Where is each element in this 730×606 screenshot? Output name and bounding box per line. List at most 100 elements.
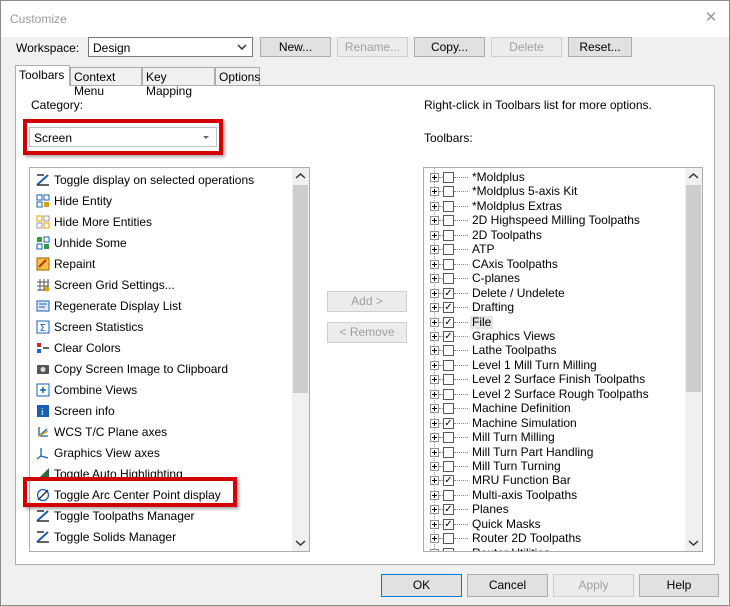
scroll-down-icon[interactable] — [292, 534, 309, 551]
close-icon[interactable]: ✕ — [703, 10, 719, 26]
tree-connector — [454, 451, 468, 453]
toolbar-name: Quick Masks — [472, 516, 541, 531]
expand-icon[interactable] — [430, 447, 439, 457]
toolbar-checkbox[interactable] — [443, 489, 454, 501]
tree-connector — [454, 538, 468, 540]
expand-icon[interactable] — [430, 360, 439, 370]
toolbar-checkbox[interactable]: ✓ — [443, 316, 454, 328]
toolbar-checkbox[interactable] — [443, 432, 454, 444]
expand-icon[interactable] — [430, 216, 439, 226]
tree-connector — [454, 177, 468, 178]
expand-icon[interactable] — [430, 201, 439, 211]
scroll-up-icon[interactable] — [292, 168, 309, 185]
copy-button[interactable]: Copy... — [414, 37, 485, 57]
expand-icon[interactable] — [430, 230, 439, 240]
toolbar-checkbox[interactable] — [443, 229, 454, 241]
scroll-thumb[interactable] — [686, 185, 701, 392]
tree-connector — [454, 220, 468, 222]
toolbar-checkbox[interactable] — [443, 359, 454, 371]
tab-toolbars[interactable]: Toolbars — [15, 65, 70, 86]
toolbar-checkbox[interactable] — [443, 345, 454, 357]
expand-icon[interactable] — [430, 476, 439, 486]
expand-icon[interactable] — [430, 433, 439, 443]
list-item-label: Hide Entity — [54, 194, 113, 208]
toolbar-checkbox[interactable]: ✓ — [443, 330, 454, 342]
expand-icon[interactable] — [430, 346, 439, 356]
expand-icon[interactable] — [430, 505, 439, 515]
toolbar-name: Mill Turn Turning — [472, 459, 561, 473]
toolbar-checkbox[interactable] — [443, 215, 454, 227]
tree-connector — [454, 393, 468, 395]
tab-context-menu[interactable]: Context Menu — [70, 67, 142, 98]
toolbar-checkbox[interactable] — [443, 186, 454, 198]
expand-icon[interactable] — [430, 245, 439, 255]
toolbar-name: Level 2 Surface Finish Toolpaths — [472, 372, 646, 387]
toolbars-scrollbar[interactable] — [685, 168, 702, 551]
toolbar-checkbox[interactable] — [443, 533, 454, 545]
expand-icon[interactable] — [430, 462, 439, 471]
toolbar-name: *Moldplus — [472, 170, 525, 184]
help-button[interactable]: Help — [639, 574, 719, 597]
scroll-up-icon[interactable] — [685, 168, 702, 185]
expand-icon[interactable] — [430, 519, 439, 529]
cancel-button[interactable]: Cancel — [467, 574, 548, 597]
list-item-label: Toggle Solids Manager — [54, 530, 177, 544]
toolbar-checkbox[interactable] — [443, 200, 454, 212]
reset-button[interactable]: Reset... — [568, 37, 632, 57]
expand-icon[interactable] — [430, 375, 439, 385]
toolbar-checkbox[interactable] — [443, 403, 454, 415]
expand-icon[interactable] — [430, 317, 439, 327]
expand-icon[interactable] — [430, 303, 439, 313]
expand-icon[interactable] — [430, 173, 439, 182]
expand-icon[interactable] — [430, 548, 439, 551]
toolbar-checkbox[interactable]: ✓ — [443, 302, 454, 314]
rename-button[interactable]: Rename... — [337, 37, 408, 57]
statistics-icon: Σ — [36, 320, 50, 334]
ok-button[interactable]: OK — [381, 574, 462, 597]
expand-icon[interactable] — [430, 490, 439, 500]
expand-icon[interactable] — [430, 331, 439, 341]
expand-icon[interactable] — [430, 389, 439, 399]
dialog-title: Customize — [10, 12, 67, 26]
toolbar-checkbox[interactable] — [443, 244, 454, 256]
expand-icon[interactable] — [430, 187, 439, 197]
toolbar-checkbox[interactable]: ✓ — [443, 504, 454, 516]
list-item-label: Toggle Toolpaths Manager — [54, 509, 195, 523]
toolbar-checkbox[interactable] — [443, 172, 454, 183]
toolbar-name: Machine Simulation — [472, 415, 577, 430]
apply-button[interactable]: Apply — [553, 574, 634, 597]
remove-button[interactable]: < Remove — [327, 322, 407, 343]
toolbar-checkbox[interactable]: ✓ — [443, 287, 454, 299]
expand-icon[interactable] — [430, 274, 439, 284]
toolbar-checkbox[interactable] — [443, 446, 454, 458]
expand-icon[interactable] — [430, 534, 439, 544]
toolbar-checkbox[interactable] — [443, 374, 454, 386]
delete-button[interactable]: Delete — [491, 37, 562, 57]
toolbars-tree[interactable]: *Moldplus *Moldplus 5-axis Kit *Moldplus E… — [423, 167, 703, 552]
workspace-select[interactable]: Design — [88, 37, 253, 57]
add-button[interactable]: Add > — [327, 291, 407, 312]
expand-icon[interactable] — [430, 259, 439, 269]
expand-icon[interactable] — [430, 288, 439, 298]
toolbar-checkbox[interactable] — [443, 388, 454, 400]
tab-options[interactable]: Options — [215, 67, 260, 85]
axes-icon — [38, 427, 49, 437]
scroll-down-icon[interactable] — [685, 534, 702, 551]
clear-colors-icon — [37, 343, 49, 353]
toolbar-checkbox[interactable] — [443, 273, 454, 285]
toolbar-checkbox[interactable]: ✓ — [443, 518, 454, 530]
toolbar-checkbox[interactable]: ✓ — [443, 475, 454, 487]
expand-icon[interactable] — [430, 418, 439, 428]
scroll-thumb[interactable] — [293, 185, 308, 393]
expand-icon[interactable] — [430, 404, 439, 414]
toolbar-checkbox[interactable] — [443, 547, 454, 551]
toolbar-name: *Moldplus Extras — [472, 198, 563, 213]
toolbar-name: Machine Definition — [472, 401, 571, 416]
new-button[interactable]: New... — [260, 37, 331, 57]
tab-key-mapping[interactable]: Key Mapping — [142, 67, 215, 98]
toolbar-checkbox[interactable] — [443, 258, 454, 270]
toolbar-checkbox[interactable] — [443, 461, 454, 472]
commands-scrollbar[interactable] — [292, 168, 309, 551]
toolbar-checkbox[interactable]: ✓ — [443, 417, 454, 429]
toolbars-label: Toolbars: — [424, 131, 473, 145]
